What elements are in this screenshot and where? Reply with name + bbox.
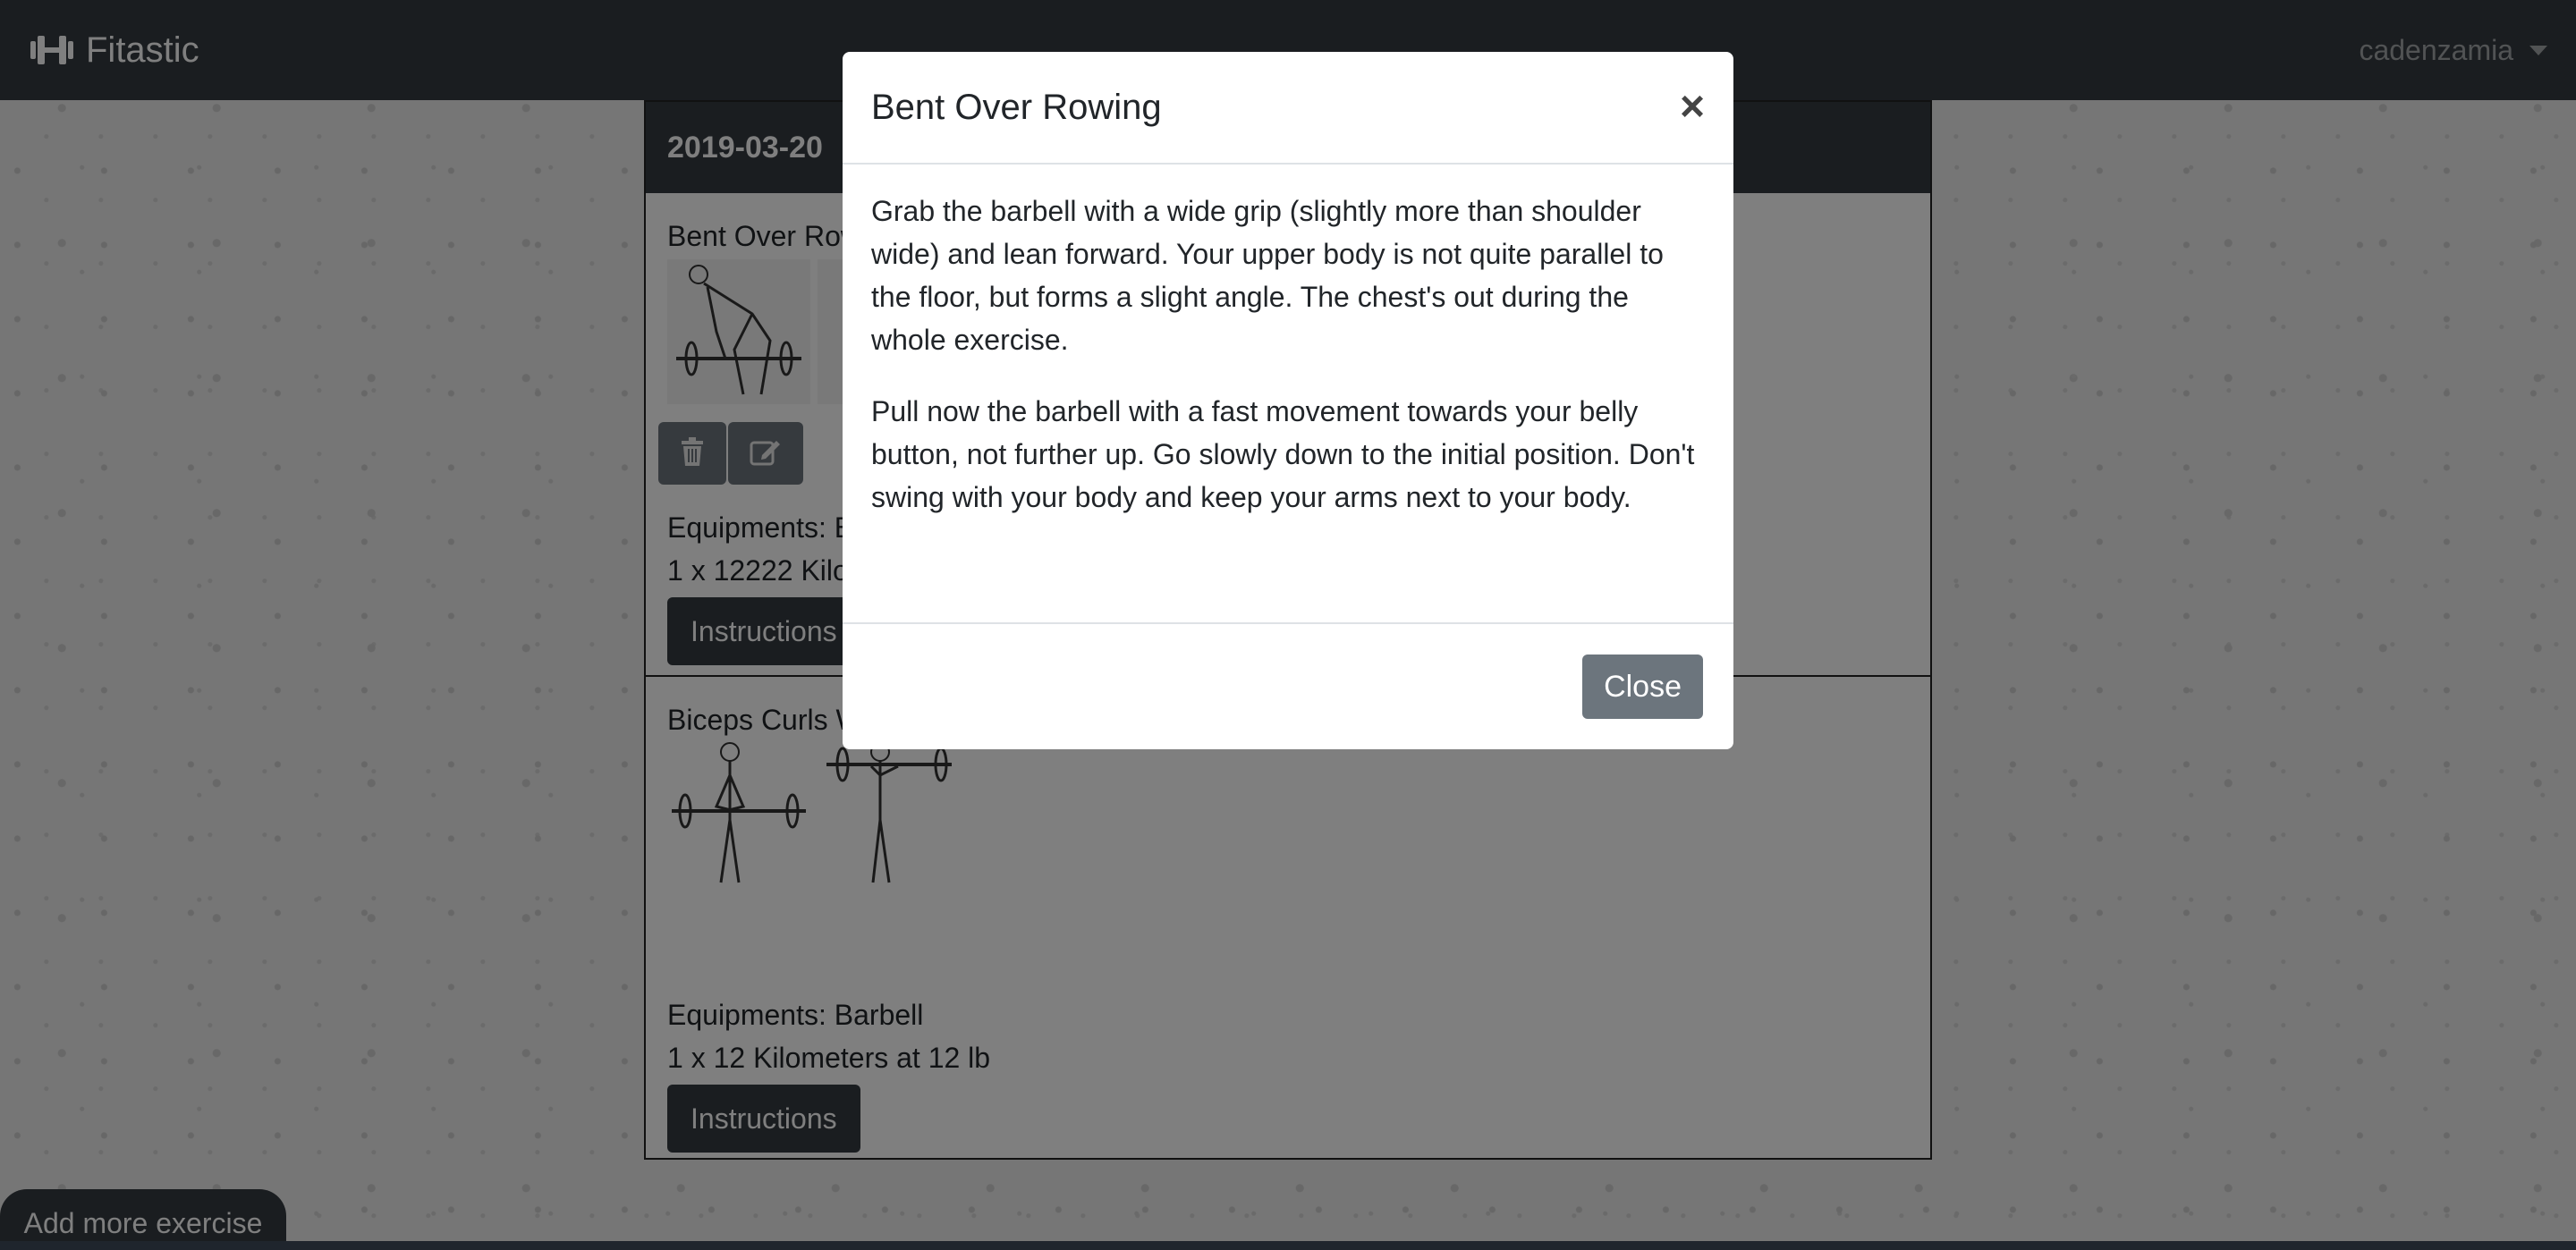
instruction-paragraph: Pull now the barbell with a fast movemen…	[871, 395, 1695, 513]
close-button[interactable]: Close	[1582, 655, 1703, 719]
close-icon[interactable]: ×	[1680, 86, 1705, 129]
modal-footer: Close	[843, 622, 1733, 749]
instructions-modal: Bent Over Rowing × Grab the barbell with…	[843, 52, 1733, 749]
modal-title: Bent Over Rowing	[871, 87, 1162, 127]
modal-header: Bent Over Rowing ×	[843, 52, 1733, 165]
modal-body: Grab the barbell with a wide grip (sligh…	[843, 165, 1733, 622]
instruction-paragraph: Grab the barbell with a wide grip (sligh…	[871, 195, 1664, 356]
